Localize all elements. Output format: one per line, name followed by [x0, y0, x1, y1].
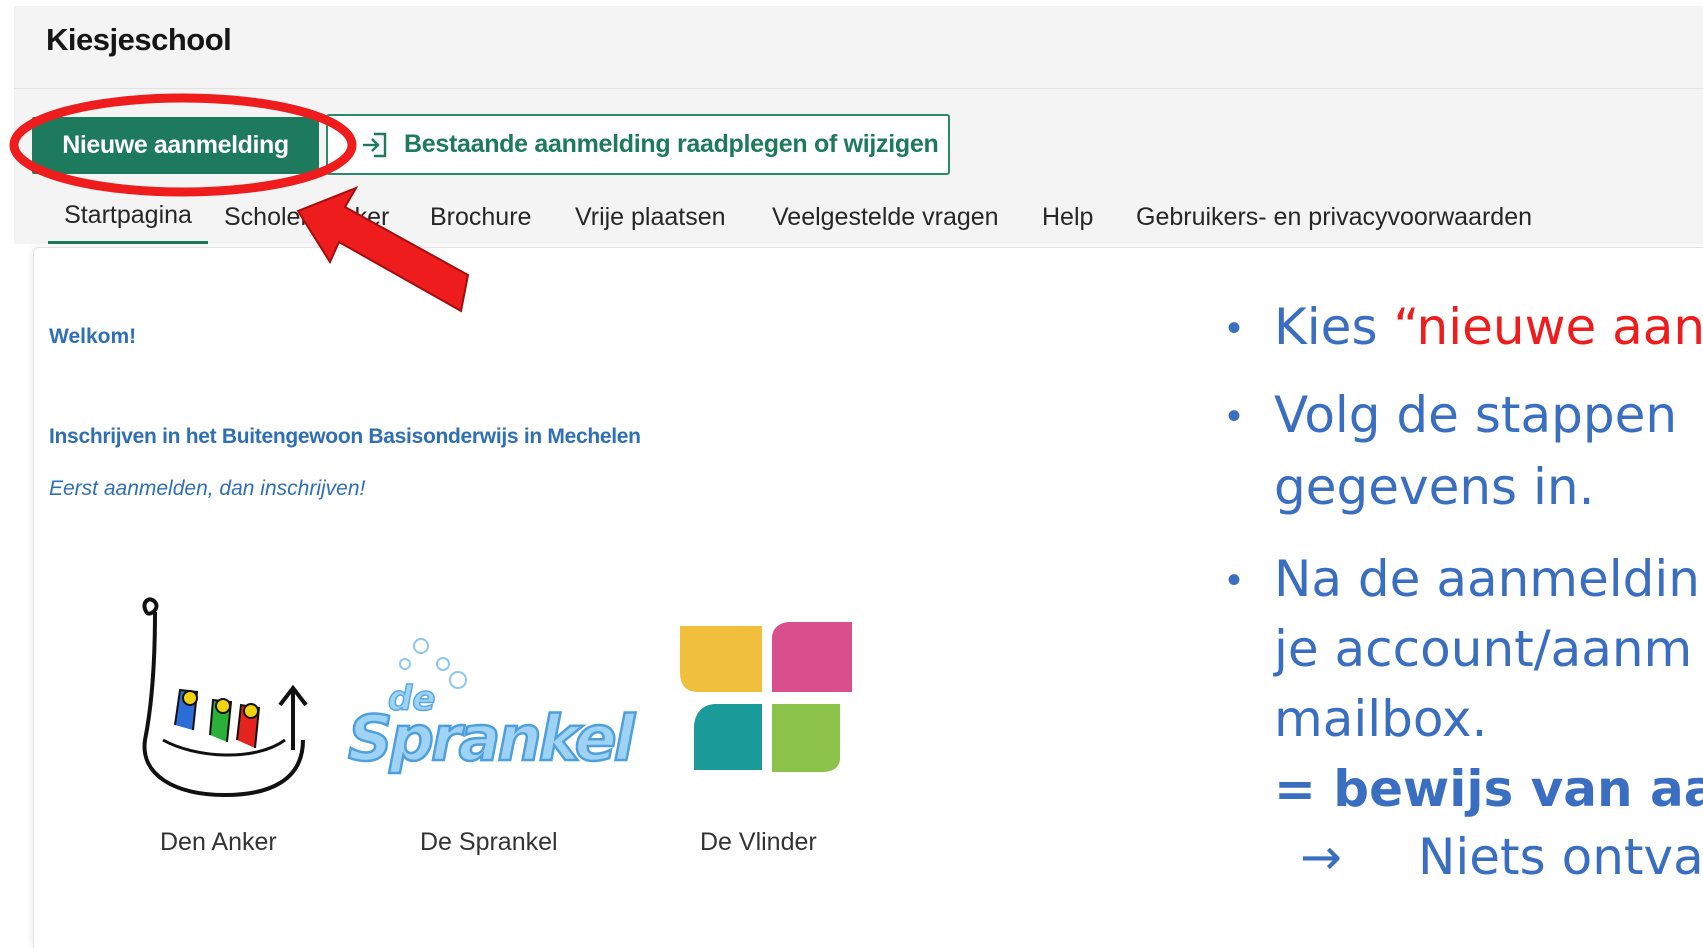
welcome-heading: Welkom!: [49, 325, 137, 348]
bullet-1: Kies “nieuwe aan: [1274, 298, 1703, 356]
bullet-1-text: Kies: [1274, 298, 1394, 356]
de-sprankel-logo[interactable]: de Sprankel: [343, 630, 663, 780]
app-header: [14, 6, 1703, 89]
bullet-dot: •: [1227, 306, 1242, 350]
bullet-3-bold: = bewijs van aan: [1274, 760, 1703, 818]
bullet-3-line-2: je account/aanm: [1274, 620, 1693, 678]
school-name-de-vlinder: De Vlinder: [700, 828, 817, 856]
bullet-dot: •: [1227, 394, 1242, 438]
main-nav: Startpagina Scholenzoeker Brochure Vrije…: [14, 190, 1703, 244]
tab-veelgestelde-vragen[interactable]: Veelgestelde vragen: [772, 190, 999, 244]
bullet-4: Niets ontva: [1418, 828, 1703, 886]
bullet-3-line-1: Na de aanmeldin: [1274, 550, 1700, 608]
bullet-2-line-1: Volg de stappen: [1274, 386, 1678, 444]
tab-brochure[interactable]: Brochure: [430, 190, 531, 244]
school-name-de-sprankel: De Sprankel: [420, 828, 558, 856]
existing-registration-label: Bestaande aanmelding raadplegen of wijzi…: [404, 130, 939, 158]
de-vlinder-logo[interactable]: [680, 620, 855, 780]
new-registration-button[interactable]: Nieuwe aanmelding: [32, 117, 319, 174]
intro-subtitle: Eerst aanmelden, dan inschrijven!: [49, 477, 366, 500]
tab-help[interactable]: Help: [1042, 190, 1093, 244]
arrow-glyph: →: [1300, 828, 1342, 886]
bullet-2-line-2: gegevens in.: [1274, 458, 1595, 516]
annotation-bullets: • Kies “nieuwe aan • Volg de stappen geg…: [1222, 298, 1703, 938]
tab-startpagina[interactable]: Startpagina: [48, 190, 208, 244]
intro-title: Inschrijven in het Buitengewoon Basisond…: [49, 425, 641, 448]
school-name-den-anker: Den Anker: [160, 828, 277, 856]
existing-registration-button[interactable]: Bestaande aanmelding raadplegen of wijzi…: [326, 114, 950, 175]
bullet-dot: •: [1227, 558, 1242, 602]
bullet-1-highlight: “nieuwe aan: [1393, 298, 1703, 356]
sign-in-icon: [360, 130, 390, 160]
app-title: Kiesjeschool: [46, 22, 232, 57]
svg-text:Sprankel: Sprankel: [348, 702, 636, 775]
tab-scholenzoeker[interactable]: Scholenzoeker: [224, 190, 389, 244]
den-anker-logo[interactable]: [135, 590, 315, 805]
tab-privacy[interactable]: Gebruikers- en privacyvoorwaarden: [1136, 190, 1532, 244]
bullet-3-line-3: mailbox.: [1274, 690, 1488, 748]
tab-vrije-plaatsen[interactable]: Vrije plaatsen: [575, 190, 726, 244]
